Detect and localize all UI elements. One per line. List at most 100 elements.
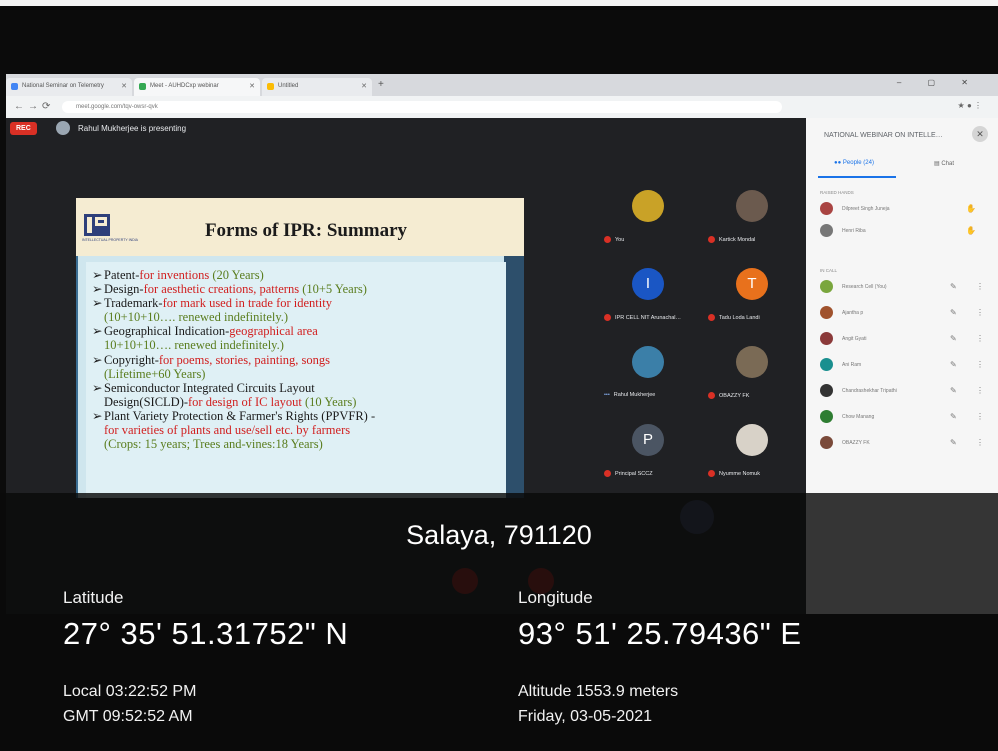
- tab-people[interactable]: ●● People (24): [834, 160, 874, 166]
- avatar: [820, 436, 833, 449]
- browser-tab-strip: National Seminar on Telemetry ✕ Meet - A…: [6, 74, 998, 96]
- speaking-icon: •••: [604, 392, 610, 398]
- browser-tab-3[interactable]: Untitled ✕: [262, 78, 372, 96]
- list-item[interactable]: Ajantha p ✎ ⋮: [820, 306, 990, 322]
- mic-off-icon[interactable]: ✎: [950, 412, 957, 421]
- list-item[interactable]: Henri Riba ✋: [820, 224, 990, 240]
- mic-off-icon[interactable]: ✎: [950, 282, 957, 291]
- participant-tile[interactable]: OBAZZY FK: [700, 334, 804, 412]
- list-item[interactable]: Research Cell (You) ✎ ⋮: [820, 280, 990, 296]
- mic-off-icon[interactable]: ✎: [950, 334, 957, 343]
- list-item[interactable]: Ani Ram ✎ ⋮: [820, 358, 990, 374]
- mic-off-icon[interactable]: ✎: [950, 386, 957, 395]
- raised-hand-icon[interactable]: ✋: [966, 204, 976, 213]
- tab-chat[interactable]: ▤ Chat: [934, 160, 954, 167]
- recording-badge: REC: [10, 122, 37, 135]
- participant-tile[interactable]: P Principal SCCZ: [596, 412, 700, 490]
- list-item-continuation: (Lifetime+60 Years): [104, 366, 206, 381]
- photo-top-border: [0, 0, 998, 6]
- browser-menu-icons[interactable]: ★ ● ⋮: [958, 101, 982, 110]
- raised-hands-heading: RAISED HANDS: [820, 190, 854, 195]
- more-options-icon[interactable]: ⋮: [976, 412, 984, 421]
- ip-india-logo: INTELLECTUAL PROPERTY INDIA: [82, 214, 138, 248]
- participant-tile[interactable]: You: [596, 178, 700, 256]
- list-item: ➢ Plant Variety Protection & Farmer's Rig…: [92, 408, 376, 423]
- list-item[interactable]: Chow Manang ✎ ⋮: [820, 410, 990, 426]
- window-controls[interactable]: – ▢ ✕: [897, 78, 980, 87]
- place-name: Salaya, 791120: [406, 520, 592, 550]
- more-options-icon[interactable]: ⋮: [976, 308, 984, 317]
- list-item: ➢ Design-for aesthetic creations, pattern…: [92, 282, 367, 297]
- avatar: [820, 202, 833, 215]
- slide-bullet-list: ➢ Patent-for inventions (20 Years) ➢ Desig…: [86, 262, 506, 498]
- list-item-continuation: 10+10+10…. renewed indefinitely.): [104, 338, 284, 353]
- mic-off-icon: [604, 236, 611, 243]
- tab-favicon-icon: [11, 83, 18, 90]
- slide-header: INTELLECTUAL PROPERTY INDIA Forms of IPR…: [76, 198, 524, 256]
- mic-off-icon: [604, 314, 611, 321]
- latitude-value: 27° 35' 51.31752" N: [63, 616, 349, 651]
- local-time: Local 03:22:52 PM: [63, 683, 197, 700]
- participant-avatar: T: [736, 268, 768, 300]
- participant-avatar: [736, 346, 768, 378]
- list-item[interactable]: Dilpreet Singh Juneja ✋: [820, 202, 990, 218]
- latitude-label: Latitude: [63, 588, 124, 607]
- tab-close-icon[interactable]: ✕: [121, 82, 127, 90]
- participant-avatar: [736, 424, 768, 456]
- more-options-icon[interactable]: ⋮: [976, 386, 984, 395]
- tab-close-icon[interactable]: ✕: [249, 82, 255, 90]
- participant-avatar: [736, 190, 768, 222]
- altitude: Altitude 1553.9 meters: [518, 683, 679, 700]
- participant-tile[interactable]: Nyumme Nomuk: [700, 412, 804, 490]
- meeting-title: NATIONAL WEBINAR ON INTELLE…: [824, 132, 943, 139]
- avatar: [820, 410, 833, 423]
- active-tab-indicator: [818, 176, 896, 178]
- browser-tab-1[interactable]: National Seminar on Telemetry ✕: [6, 78, 132, 96]
- more-options-icon[interactable]: ⋮: [976, 282, 984, 291]
- mic-off-icon: [708, 392, 715, 399]
- list-item-continuation: (Crops: 15 years; Trees and-vines:18 Yea…: [104, 437, 323, 452]
- mic-off-icon: [708, 236, 715, 243]
- avatar: [820, 358, 833, 371]
- slide-title: Forms of IPR: Summary: [204, 220, 408, 241]
- participant-tile[interactable]: I IPR CELL NIT Arunachal…: [596, 256, 700, 334]
- list-item: ➢ Copyright-for poems, stories, painting,…: [92, 352, 331, 367]
- list-item: ➢ Trademark-for mark used in trade for id…: [92, 296, 332, 311]
- forward-icon[interactable]: →: [28, 101, 38, 112]
- participant-avatar: [632, 190, 664, 222]
- mic-off-icon[interactable]: ✎: [950, 308, 957, 317]
- list-item[interactable]: Angit Gyati ✎ ⋮: [820, 332, 990, 348]
- reload-icon[interactable]: ⟳: [42, 101, 50, 112]
- tab-close-icon[interactable]: ✕: [361, 82, 367, 90]
- avatar: [820, 280, 833, 293]
- list-item: ➢ Geographical Indication-geographical ar…: [92, 324, 318, 339]
- more-options-icon[interactable]: ⋮: [976, 334, 984, 343]
- mic-off-icon[interactable]: ✎: [950, 438, 957, 447]
- longitude-label: Longitude: [518, 588, 593, 607]
- browser-address-bar: ← → ⟳ meet.google.com/tqv-owsr-qvk ★ ● ⋮: [6, 96, 998, 118]
- gmt-time: GMT 09:52:52 AM: [63, 708, 193, 725]
- back-icon[interactable]: ←: [14, 101, 24, 112]
- browser-tab-2[interactable]: Meet - AUHDCxp webinar ✕: [134, 78, 260, 96]
- close-panel-button[interactable]: ✕: [972, 126, 988, 142]
- presenter-avatar: [56, 121, 70, 135]
- url-input[interactable]: meet.google.com/tqv-owsr-qvk: [62, 101, 782, 113]
- tab-favicon-icon: [267, 83, 274, 90]
- avatar: [820, 332, 833, 345]
- mic-off-icon: [708, 314, 715, 321]
- list-item[interactable]: OBAZZY FK ✎ ⋮: [820, 436, 990, 452]
- participant-tile[interactable]: T Tadu Loda Landi: [700, 256, 804, 334]
- participant-tile[interactable]: Kartick Mondal: [700, 178, 804, 256]
- raised-hand-icon[interactable]: ✋: [966, 226, 976, 235]
- participant-avatar: I: [632, 268, 664, 300]
- avatar: [820, 224, 833, 237]
- list-item-continuation: (10+10+10…. renewed indefinitely.): [104, 310, 289, 325]
- participant-avatar: P: [632, 424, 664, 456]
- more-options-icon[interactable]: ⋮: [976, 438, 984, 447]
- more-options-icon[interactable]: ⋮: [976, 360, 984, 369]
- participant-tile[interactable]: ••• Rahul Mukherjee: [596, 334, 700, 412]
- mic-off-icon[interactable]: ✎: [950, 360, 957, 369]
- new-tab-button[interactable]: +: [378, 79, 384, 90]
- date: Friday, 03-05-2021: [518, 708, 652, 725]
- list-item[interactable]: Chandrashekhar Tripathi ✎ ⋮: [820, 384, 990, 400]
